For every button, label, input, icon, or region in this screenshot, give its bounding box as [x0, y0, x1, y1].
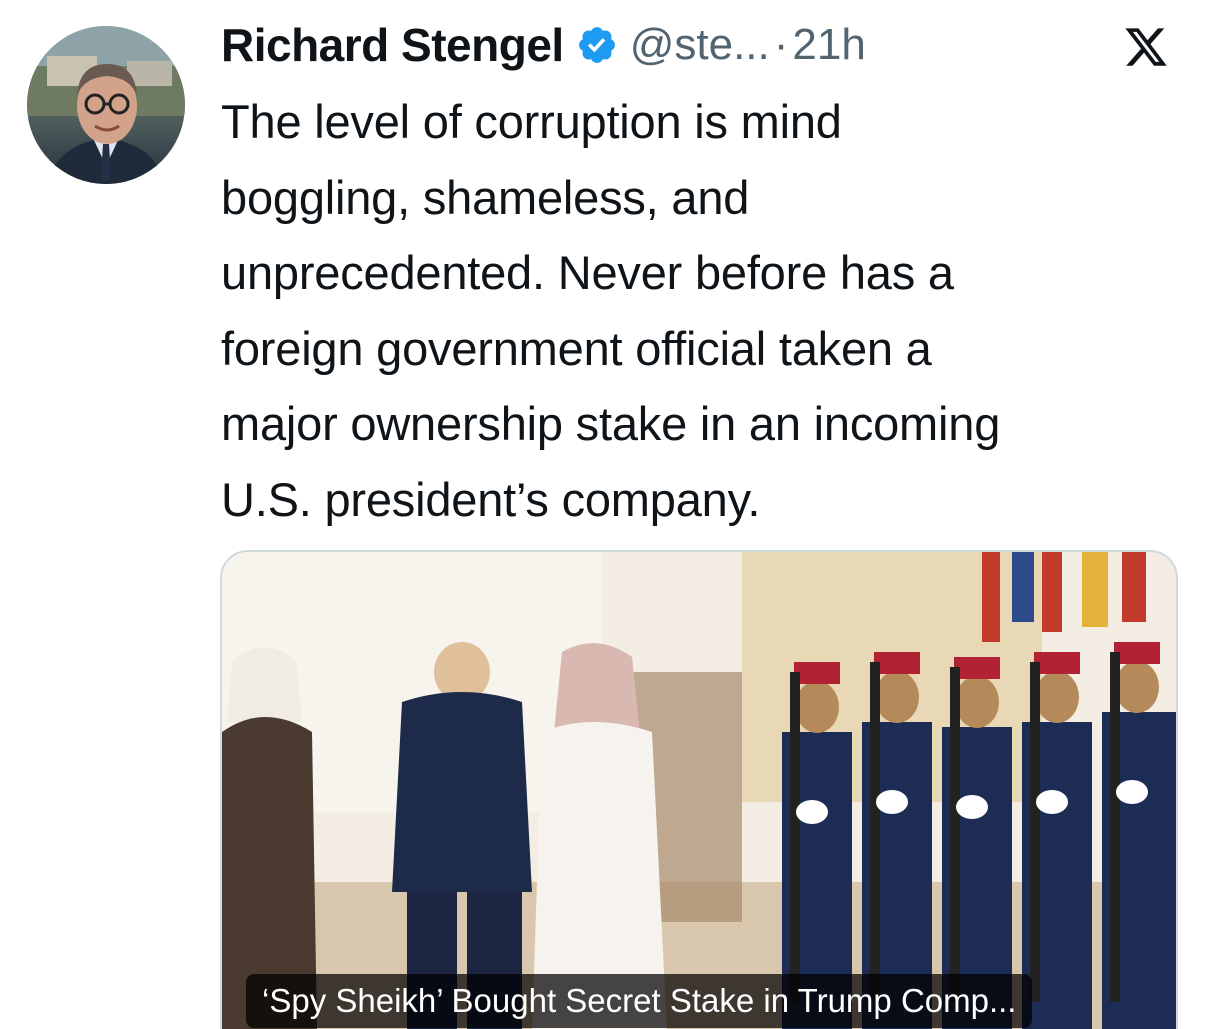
timestamp[interactable]: 21h: [792, 20, 865, 70]
media-image[interactable]: [220, 550, 1178, 1029]
tweet-header: Richard Stengel @ste... · 21h: [221, 10, 866, 80]
avatar[interactable]: [27, 26, 185, 184]
x-logo-icon[interactable]: [1118, 24, 1174, 70]
author-handle[interactable]: @ste...: [630, 20, 770, 70]
separator-dot: ·: [773, 20, 789, 69]
verified-badge-icon: [576, 24, 618, 66]
author-name[interactable]: Richard Stengel: [221, 18, 564, 72]
link-card-headline[interactable]: ‘Spy Sheikh’ Bought Secret Stake in Trum…: [246, 974, 1033, 1028]
tweet-card[interactable]: Richard Stengel @ste... · 21h The level …: [0, 0, 1206, 1029]
tweet-text: The level of corruption is mind boggling…: [221, 95, 1001, 526]
